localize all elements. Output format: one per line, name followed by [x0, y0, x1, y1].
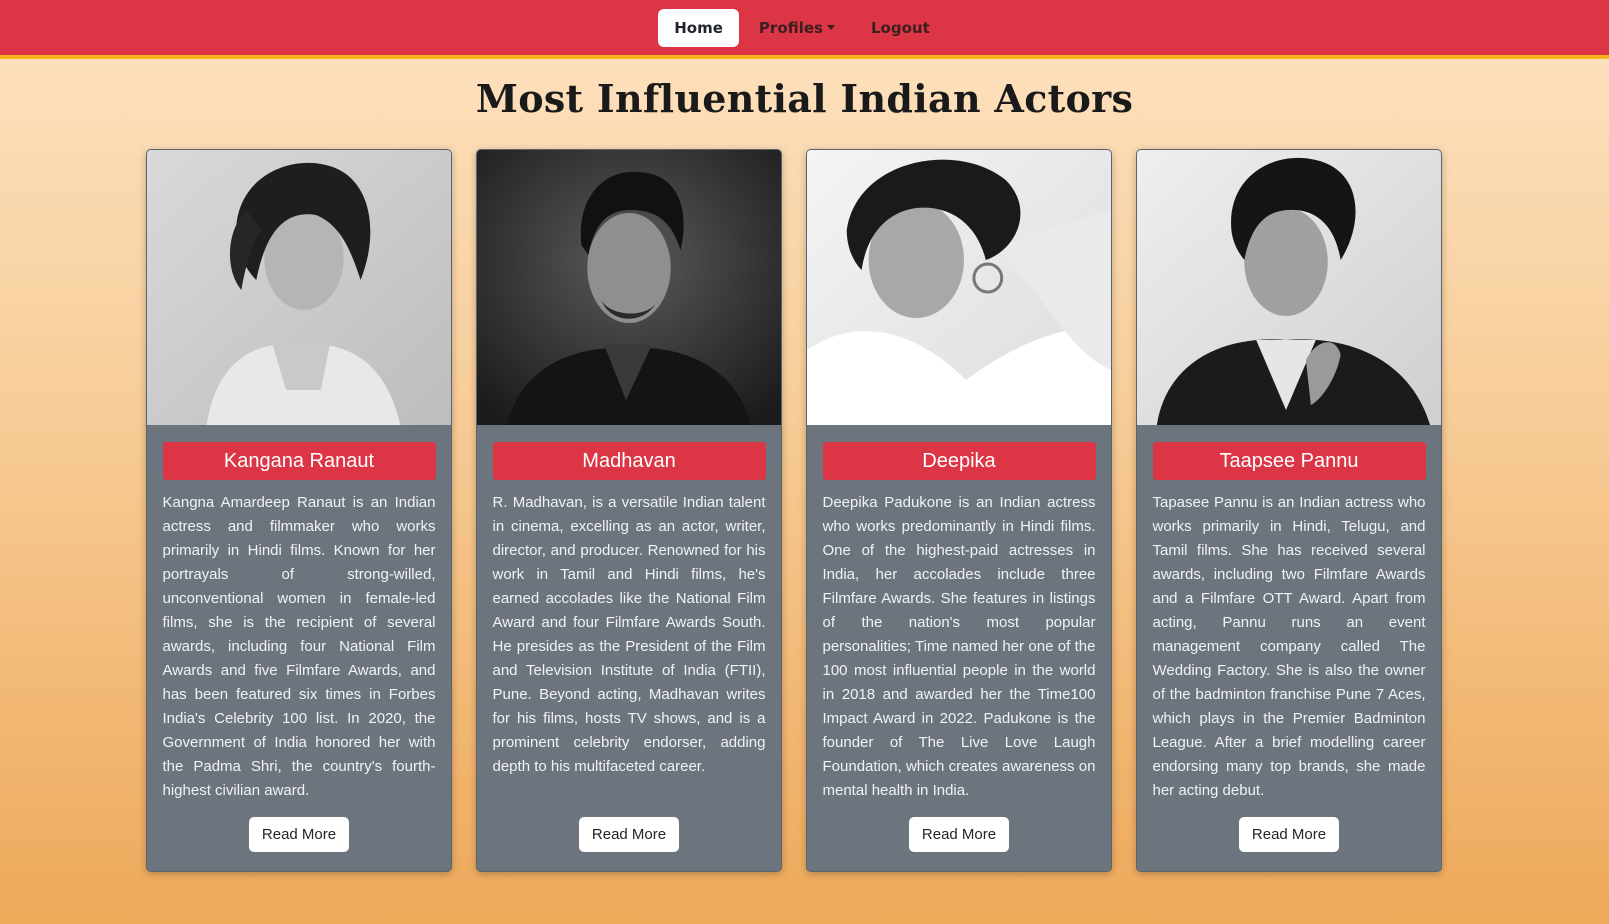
actor-card: Deepika Deepika Padukone is an Indian ac…	[806, 149, 1112, 872]
actor-name: Madhavan	[492, 442, 766, 480]
nav-links: Home Profiles Logout	[658, 8, 946, 47]
actor-photo	[147, 150, 451, 425]
read-more-button[interactable]: Read More	[578, 817, 680, 852]
actor-cards: Kangana Ranaut Kangna Amardeep Ranaut is…	[146, 149, 1442, 872]
actor-name: Taapsee Pannu	[1152, 442, 1426, 480]
actor-photo	[1137, 150, 1441, 425]
read-more-button[interactable]: Read More	[908, 817, 1010, 852]
actor-description: Kangna Amardeep Ranaut is an Indian actr…	[162, 494, 436, 799]
caret-down-icon	[826, 25, 835, 30]
page-title: Most Influential Indian Actors	[475, 76, 1134, 121]
actor-card: Taapsee Pannu Tapasee Pannu is an Indian…	[1136, 149, 1442, 872]
card-body: Madhavan R. Madhavan, is a versatile Ind…	[477, 425, 781, 852]
actor-description: Deepika Padukone is an Indian actress wh…	[822, 494, 1096, 799]
actor-name: Kangana Ranaut	[162, 442, 436, 480]
nav-profiles-label: Profiles	[758, 18, 823, 37]
actor-card: Kangana Ranaut Kangna Amardeep Ranaut is…	[146, 149, 452, 872]
actor-description: R. Madhavan, is a versatile Indian talen…	[492, 494, 766, 775]
actor-name: Deepika	[822, 442, 1096, 480]
actor-photo	[477, 150, 781, 425]
card-body: Deepika Deepika Padukone is an Indian ac…	[807, 425, 1111, 852]
actor-card: Madhavan R. Madhavan, is a versatile Ind…	[476, 149, 782, 872]
actor-description: Tapasee Pannu is an Indian actress who w…	[1152, 494, 1426, 799]
navbar: Home Profiles Logout	[0, 0, 1609, 59]
nav-logout-link[interactable]: Logout	[855, 9, 946, 47]
actor-photo	[807, 150, 1111, 425]
card-body: Kangana Ranaut Kangna Amardeep Ranaut is…	[147, 425, 451, 852]
nav-profiles-dropdown[interactable]: Profiles	[743, 9, 851, 47]
read-more-button[interactable]: Read More	[248, 817, 350, 852]
read-more-button[interactable]: Read More	[1238, 817, 1340, 852]
card-body: Taapsee Pannu Tapasee Pannu is an Indian…	[1137, 425, 1441, 852]
nav-home-link[interactable]: Home	[658, 8, 739, 47]
